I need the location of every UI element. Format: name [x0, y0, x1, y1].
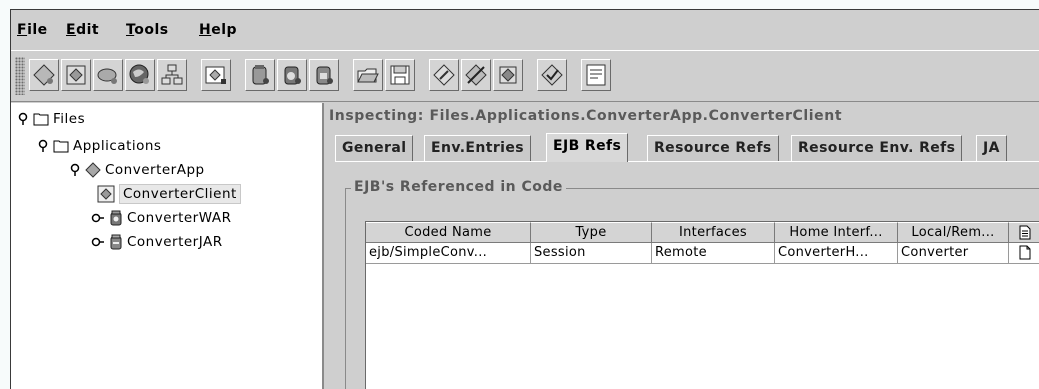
tree-node-applications[interactable]: Applications — [37, 136, 161, 156]
document-icon — [1019, 225, 1030, 240]
new-web-button[interactable] — [125, 59, 155, 91]
descriptor-icon — [586, 64, 606, 86]
tree-label-converter-war: ConverterWAR — [127, 210, 232, 226]
column-header-interfaces[interactable]: Interfaces — [652, 222, 775, 243]
tab-resource-env-refs[interactable]: Resource Env. Refs — [791, 135, 963, 161]
menu-tools[interactable]: Tools — [126, 22, 169, 38]
inspector-panel: Inspecting: Files.Applications.Converter… — [327, 103, 1039, 389]
column-header-local-remote[interactable]: Local/Rem... — [898, 222, 1009, 243]
ejb-jar-icon — [109, 234, 123, 250]
menu-edit-mnemonic: E — [66, 22, 77, 38]
ejb-refs-table: Coded Name Type Interfaces Home Interf..… — [365, 221, 1039, 389]
new-component-icon — [66, 65, 86, 85]
menu-help-label: elp — [211, 22, 238, 38]
new-client-jar-button[interactable] — [309, 59, 339, 91]
tree-label-applications: Applications — [73, 138, 162, 154]
collapsed-handle-icon[interactable] — [91, 212, 105, 224]
expanded-handle-icon[interactable] — [69, 163, 81, 177]
new-war-button[interactable] — [277, 59, 307, 91]
collapsed-handle-icon[interactable] — [91, 236, 105, 248]
save-button[interactable] — [385, 59, 415, 91]
column-header-type[interactable]: Type — [531, 222, 652, 243]
table-cell-type[interactable]: Session — [531, 243, 652, 264]
open-icon — [357, 68, 379, 83]
menu-help-mnemonic: H — [199, 22, 212, 38]
toolbar-grip[interactable] — [15, 57, 25, 95]
add-icon — [205, 66, 226, 84]
tree-node-converter-jar[interactable]: ConverterJAR — [91, 232, 223, 252]
open-button[interactable] — [353, 59, 383, 91]
tab-divider — [335, 161, 1039, 162]
group-title: EJB's Referenced in Code — [351, 179, 566, 195]
descriptor-button[interactable] — [581, 59, 611, 91]
new-application-icon — [33, 64, 55, 86]
tree-label-converter-app: ConverterApp — [105, 162, 205, 178]
deploy-icon — [499, 66, 517, 84]
menu-file-label: ile — [27, 22, 48, 38]
inspecting-path: Inspecting: Files.Applications.Converter… — [329, 108, 843, 124]
menu-edit-label: dit — [76, 22, 100, 38]
save-icon — [390, 65, 410, 85]
menu-tools-label: ools — [134, 22, 169, 38]
new-bean-icon — [97, 68, 117, 84]
new-jar-icon — [252, 65, 269, 85]
new-web-icon — [129, 64, 149, 84]
check-button[interactable] — [537, 59, 567, 91]
tree-label-converter-client: ConverterClient — [119, 184, 241, 204]
tree-node-converter-app[interactable]: ConverterApp — [69, 160, 205, 180]
verify-icon — [465, 64, 487, 86]
add-button[interactable] — [201, 59, 231, 91]
tab-ja-truncated[interactable]: JA — [976, 135, 1007, 161]
table-cell-local-remote[interactable]: Converter — [898, 243, 1009, 264]
new-client-jar-icon — [316, 66, 333, 85]
blank-document-icon — [1019, 245, 1030, 260]
tab-resource-refs[interactable]: Resource Refs — [647, 135, 779, 161]
tree-label-files: Files — [53, 111, 86, 127]
new-component-button[interactable] — [61, 59, 91, 91]
verify-button[interactable] — [461, 59, 491, 91]
client-icon — [97, 185, 115, 203]
toolbar — [11, 50, 1039, 102]
tree-node-converter-client[interactable]: ConverterClient — [97, 184, 241, 204]
column-header-coded-name[interactable]: Coded Name — [366, 222, 531, 243]
table-cell-home-interface[interactable]: ConverterH... — [775, 243, 898, 264]
tree-label-converter-jar: ConverterJAR — [127, 234, 223, 250]
edit-icon — [433, 64, 455, 86]
table-cell-coded-name[interactable]: ejb/SimpleConv... — [366, 243, 531, 264]
war-jar-icon — [109, 210, 123, 226]
edit-button[interactable] — [429, 59, 459, 91]
menu-tools-mnemonic: T — [126, 22, 135, 38]
tree-node-converter-war[interactable]: ConverterWAR — [91, 208, 231, 228]
menu-file-mnemonic: F — [17, 22, 28, 38]
column-header-home-interface[interactable]: Home Interf... — [775, 222, 898, 243]
deploy-button[interactable] — [493, 59, 523, 91]
new-application-button[interactable] — [29, 59, 59, 91]
menu-edit[interactable]: Edit — [66, 22, 99, 38]
menu-help[interactable]: Help — [199, 22, 237, 38]
tab-env-entries[interactable]: Env.Entries — [424, 135, 531, 161]
check-icon — [541, 64, 563, 86]
component-tree: Files Applications ConverterApp Converte… — [11, 103, 324, 389]
folder-icon — [33, 112, 49, 126]
new-jar-button[interactable] — [245, 59, 275, 91]
expanded-handle-icon[interactable] — [37, 139, 49, 153]
application-window: File Edit Tools Help Files Applications … — [10, 9, 1039, 389]
menu-bar: File Edit Tools Help — [11, 10, 1039, 50]
application-diamond-icon — [85, 162, 101, 178]
menu-file[interactable]: File — [17, 22, 48, 38]
new-tree-button[interactable] — [157, 59, 187, 91]
tab-ejb-refs[interactable]: EJB Refs — [546, 133, 629, 162]
column-header-descriptor[interactable] — [1009, 222, 1039, 243]
tab-general[interactable]: General — [335, 135, 414, 161]
new-bean-button[interactable] — [93, 59, 123, 91]
table-cell-interfaces[interactable]: Remote — [652, 243, 775, 264]
expanded-handle-icon[interactable] — [17, 112, 29, 126]
new-tree-icon — [161, 64, 183, 85]
table-cell-descriptor[interactable] — [1009, 243, 1039, 264]
folder-icon — [53, 139, 69, 153]
new-war-icon — [284, 66, 301, 85]
tree-node-files[interactable]: Files — [17, 109, 85, 129]
